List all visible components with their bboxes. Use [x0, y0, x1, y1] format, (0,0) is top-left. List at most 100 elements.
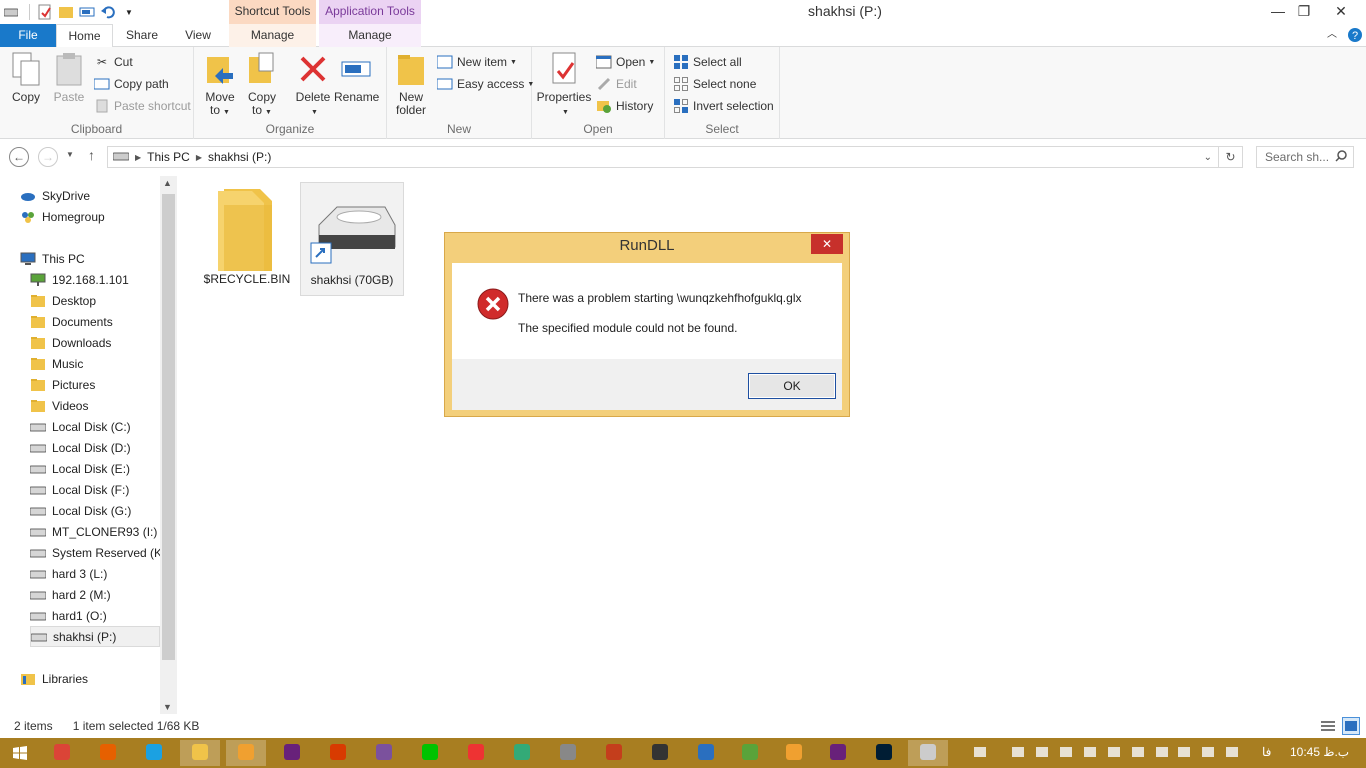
taskbar-app-button[interactable]	[410, 740, 450, 766]
nav-item[interactable]: Local Disk (F:)	[30, 479, 160, 500]
details-view-icon[interactable]	[1321, 719, 1337, 736]
tab-file[interactable]: File	[0, 24, 56, 47]
tab-manage-shortcut[interactable]: Manage	[229, 24, 316, 47]
help-icon[interactable]: ?	[1345, 24, 1365, 47]
display-icon[interactable]	[1200, 744, 1216, 760]
nav-homegroup[interactable]: Homegroup	[20, 206, 177, 227]
nav-item[interactable]: hard 3 (L:)	[30, 563, 160, 584]
taskbar-app-button[interactable]	[42, 740, 82, 766]
select-none-button[interactable]: Select none	[673, 74, 756, 94]
dialog-close-button[interactable]: ✕	[811, 234, 843, 254]
recent-locations-icon[interactable]: ▼	[66, 150, 74, 159]
notification-icon[interactable]	[1034, 744, 1050, 760]
customize-qat-icon[interactable]: ▼	[120, 3, 138, 21]
ok-button[interactable]: OK	[748, 373, 836, 399]
new-folder-icon[interactable]	[57, 3, 75, 21]
nav-this-pc[interactable]: This PC	[20, 248, 177, 269]
taskbar-app-button[interactable]	[864, 740, 904, 766]
nav-item[interactable]: Documents	[30, 311, 160, 332]
tab-share[interactable]: Share	[118, 24, 166, 47]
taskbar-app-button[interactable]	[548, 740, 588, 766]
large-icons-view-icon[interactable]	[1342, 717, 1360, 735]
easy-access-button[interactable]: Easy access ▼	[437, 74, 534, 94]
taskbar-app-button[interactable]	[774, 740, 814, 766]
taskbar-app-button[interactable]	[318, 740, 358, 766]
network-tray-icon[interactable]	[1130, 744, 1146, 760]
bars-icon[interactable]	[1058, 744, 1074, 760]
taskbar-app-button[interactable]	[594, 740, 634, 766]
taskbar-app-button[interactable]	[226, 740, 266, 766]
nav-scrollbar[interactable]: ▲ ▼	[160, 176, 177, 714]
nav-item[interactable]: shakhsi (P:)	[30, 626, 160, 647]
nav-item[interactable]: MT_CLONER93 (I:)	[30, 521, 160, 542]
nav-item[interactable]: Pictures	[30, 374, 160, 395]
new-folder-button[interactable]: New folder	[393, 51, 429, 117]
start-button[interactable]	[0, 740, 40, 766]
address-dropdown-icon[interactable]: ⌄	[1204, 152, 1212, 163]
minimize-ribbon-icon[interactable]: ︿	[1322, 24, 1342, 47]
drive-icon[interactable]	[2, 3, 20, 21]
taskbar-app-button[interactable]	[818, 740, 858, 766]
taskbar-app-button[interactable]	[686, 740, 726, 766]
properties-icon[interactable]	[36, 3, 54, 21]
nav-item[interactable]: Local Disk (D:)	[30, 437, 160, 458]
speaker-icon[interactable]	[1176, 744, 1192, 760]
nav-item[interactable]: 192.168.1.101	[30, 269, 160, 290]
breadcrumb-this-pc[interactable]: This PC	[147, 150, 190, 164]
open-button[interactable]: Open ▼	[596, 52, 655, 72]
close-button[interactable]: ✕	[1318, 0, 1364, 22]
taskbar-app-button[interactable]	[908, 740, 948, 766]
refresh-button[interactable]: ↻	[1219, 146, 1243, 168]
keyboard-icon[interactable]	[972, 744, 988, 760]
rename-button[interactable]: Rename	[334, 51, 379, 104]
nav-scroll-thumb[interactable]	[162, 194, 175, 660]
tab-view[interactable]: View	[176, 24, 220, 47]
properties-button[interactable]: Properties ▼	[536, 51, 592, 119]
warning-icon[interactable]	[1010, 744, 1026, 760]
nav-item[interactable]: System Reserved (K:)	[30, 542, 169, 563]
shield-icon[interactable]	[1106, 744, 1122, 760]
taskbar-app-button[interactable]	[502, 740, 542, 766]
nav-skydrive[interactable]: SkyDrive	[20, 185, 177, 206]
file-item-shakhsi-shortcut[interactable]: shakhsi (70GB)	[300, 182, 404, 296]
taskbar-app-button[interactable]	[640, 740, 680, 766]
edit-button[interactable]: Edit	[596, 74, 637, 94]
copy-to-button[interactable]: Copy to ▼	[244, 51, 280, 119]
address-bar[interactable]: ▶ This PC ▶ shakhsi (P:) ⌄	[107, 146, 1219, 168]
taskbar-app-button[interactable]	[730, 740, 770, 766]
download-tray-icon[interactable]	[1154, 744, 1170, 760]
invert-selection-button[interactable]: Invert selection	[673, 96, 774, 116]
black-square-icon[interactable]	[1082, 744, 1098, 760]
search-input[interactable]: Search sh...	[1256, 146, 1354, 168]
nav-libraries[interactable]: Libraries	[20, 668, 177, 689]
tab-manage-application[interactable]: Manage	[319, 24, 421, 47]
nav-item[interactable]: Local Disk (E:)	[30, 458, 160, 479]
nav-item[interactable]: Local Disk (G:)	[30, 500, 160, 521]
taskbar-app-button[interactable]	[134, 740, 174, 766]
restore-button[interactable]: ❐	[1289, 0, 1319, 22]
nav-item[interactable]: Videos	[30, 395, 160, 416]
forward-button[interactable]: →	[38, 147, 58, 167]
clock[interactable]: 10:45 ب.ظ	[1290, 745, 1349, 759]
new-item-button[interactable]: New item ▼	[437, 52, 517, 72]
nav-item[interactable]: Desktop	[30, 290, 160, 311]
flag-icon[interactable]	[1224, 744, 1240, 760]
select-all-button[interactable]: Select all	[673, 52, 742, 72]
nav-item[interactable]: Music	[30, 353, 160, 374]
rename-icon[interactable]	[78, 3, 96, 21]
taskbar-app-button[interactable]	[88, 740, 128, 766]
taskbar-app-button[interactable]	[272, 740, 312, 766]
taskbar-app-button[interactable]	[456, 740, 496, 766]
nav-item[interactable]: hard1 (O:)	[30, 605, 160, 626]
undo-icon[interactable]	[99, 3, 117, 21]
scroll-up-icon[interactable]: ▲	[163, 178, 172, 188]
delete-button[interactable]: Delete ▼	[292, 51, 334, 119]
language-indicator[interactable]: فا	[1262, 745, 1271, 759]
taskbar-app-button[interactable]	[364, 740, 404, 766]
copy-button[interactable]: Copy	[6, 51, 46, 104]
nav-item[interactable]: Local Disk (C:)	[30, 416, 160, 437]
tab-home[interactable]: Home	[56, 24, 113, 48]
move-to-button[interactable]: Move to ▼	[202, 51, 238, 119]
cut-button[interactable]: ✂ Cut	[94, 52, 133, 72]
breadcrumb-current[interactable]: shakhsi (P:)	[208, 150, 271, 164]
